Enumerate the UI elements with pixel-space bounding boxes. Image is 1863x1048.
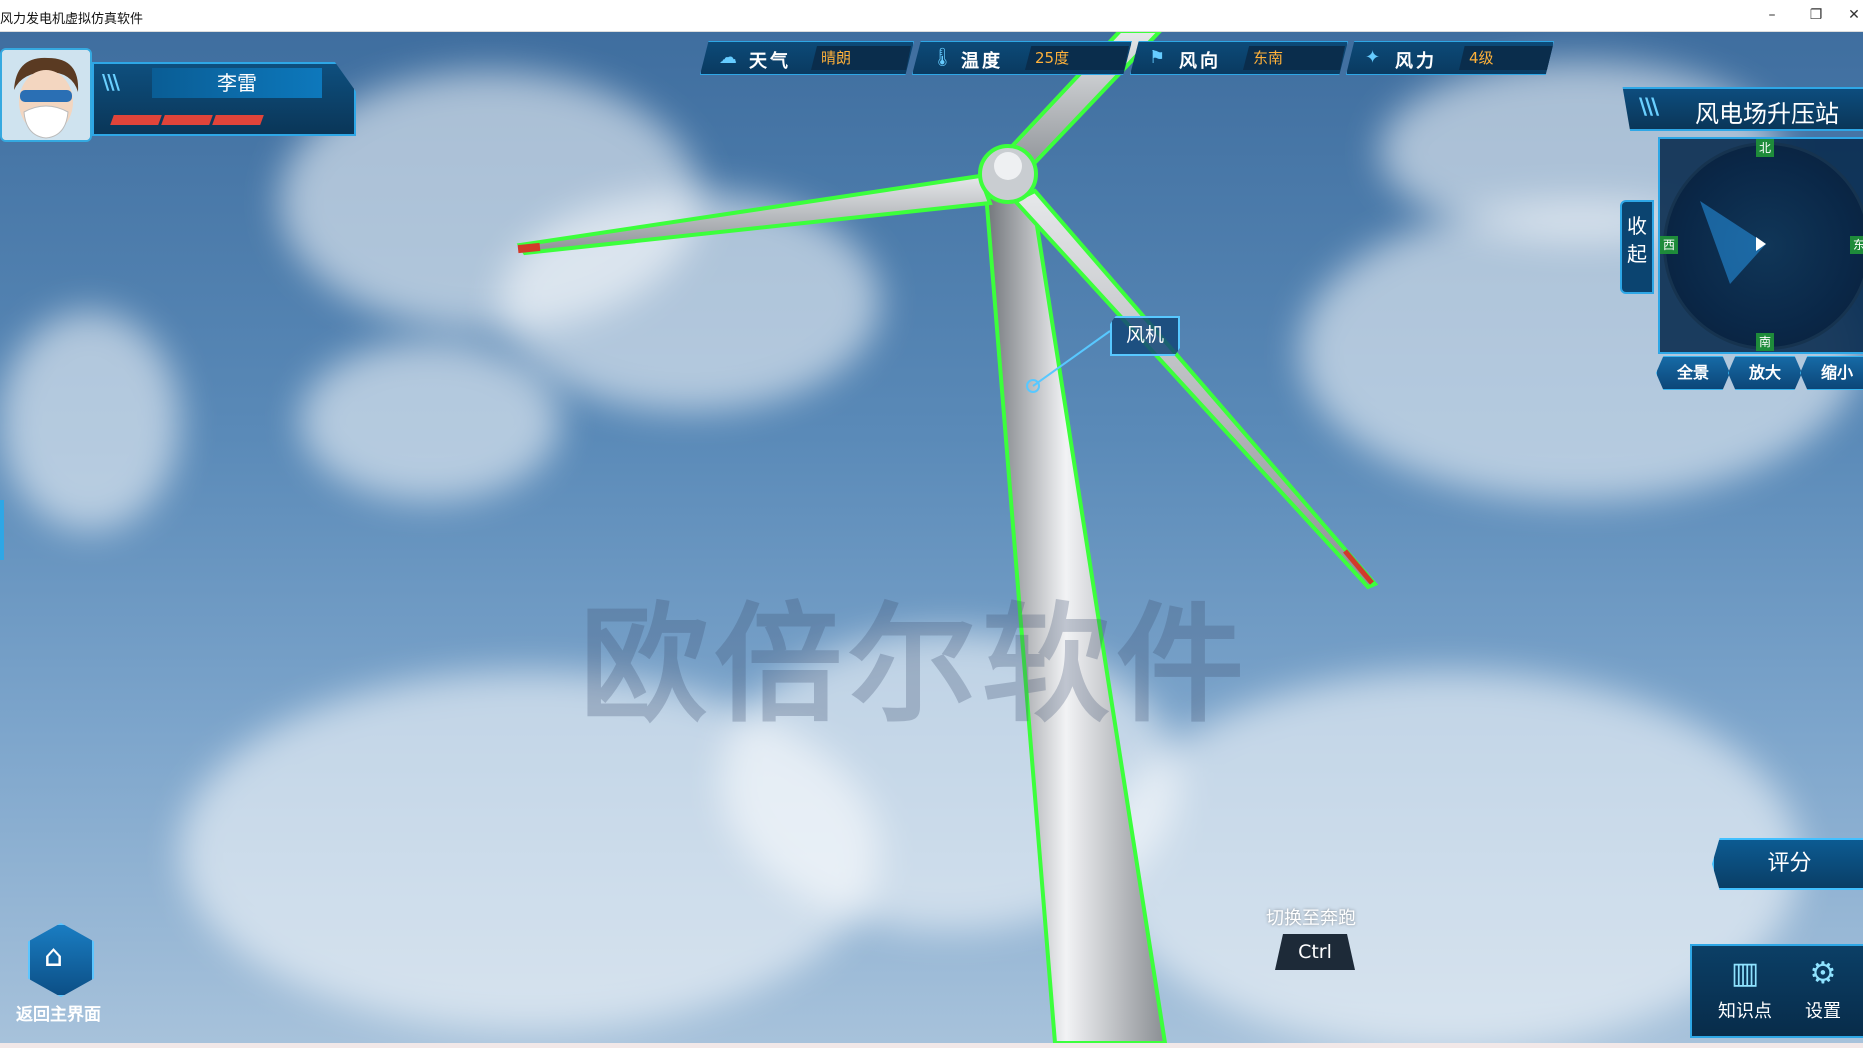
- book-icon: ▥: [1730, 956, 1760, 991]
- weather-cell: ☁ 天气 晴朗: [700, 41, 914, 75]
- avatar-image: [2, 50, 90, 140]
- west-marker: 西: [1660, 236, 1678, 254]
- score-button[interactable]: 评分: [1712, 838, 1863, 890]
- player-panel: \\\ 李雷: [92, 58, 370, 138]
- settings-button[interactable]: ⚙ 设置: [1788, 956, 1858, 1023]
- minimap-compass[interactable]: 北 南 西 东: [1658, 137, 1863, 354]
- left-edge-handle[interactable]: [0, 500, 4, 560]
- temperature-label: 温度: [961, 51, 1003, 72]
- wind-icon: ✦: [1365, 47, 1381, 68]
- tool-panel: ▥ 知识点 ⚙ 设置: [1690, 944, 1863, 1038]
- weather-label: 天气: [749, 51, 791, 72]
- minimap-header: \\\ 风电场升压站: [1622, 87, 1863, 131]
- panorama-button[interactable]: 全景: [1656, 356, 1730, 390]
- wind-force-value: 4级: [1459, 46, 1553, 70]
- health-segment: [212, 115, 264, 125]
- gear-icon: ⚙: [1809, 956, 1837, 991]
- close-button[interactable]: ✕: [1836, 4, 1863, 26]
- 3d-viewport[interactable]: 欧倍尔软件: [0, 31, 1863, 1043]
- turbine-callout-label[interactable]: 风机: [1110, 316, 1180, 356]
- window-title: 风力发电机虚拟仿真软件: [0, 12, 144, 27]
- player-avatar[interactable]: [0, 48, 92, 142]
- wind-direction-value: 东南: [1243, 46, 1345, 70]
- thermometer-icon: 🌡: [931, 47, 954, 68]
- stripes-decoration: \\\: [1639, 95, 1659, 120]
- weather-value: 晴朗: [811, 46, 911, 70]
- zoom-out-button[interactable]: 缩小: [1800, 356, 1863, 390]
- home-label[interactable]: 返回主界面: [16, 1000, 101, 1025]
- wind-force-label: 风力: [1395, 51, 1437, 72]
- collapse-minimap-button[interactable]: 收起: [1620, 200, 1654, 294]
- knowledge-label: 知识点: [1718, 1001, 1772, 1022]
- run-hint-text: 切换至奔跑: [1266, 908, 1356, 929]
- view-cone: [1700, 201, 1766, 284]
- knowledge-button[interactable]: ▥ 知识点: [1710, 956, 1780, 1023]
- health-segment: [110, 115, 162, 125]
- watermark-text: 欧倍尔软件: [580, 591, 1251, 740]
- cloud-sun-icon: ☁: [719, 47, 737, 68]
- minimize-button[interactable]: –: [1754, 4, 1790, 26]
- restore-button[interactable]: ❐: [1798, 4, 1834, 26]
- player-name: 李雷: [152, 68, 322, 98]
- east-marker: 东: [1850, 236, 1863, 254]
- home-icon: ⌂: [44, 939, 64, 974]
- temperature-value: 25度: [1025, 46, 1129, 70]
- south-marker: 南: [1756, 333, 1774, 351]
- north-marker: 北: [1756, 139, 1774, 157]
- wind-direction-cell: ⚑ 风向 东南: [1130, 41, 1348, 75]
- zoom-in-button[interactable]: 放大: [1728, 356, 1802, 390]
- wind-direction-label: 风向: [1179, 51, 1221, 72]
- settings-label: 设置: [1805, 1001, 1841, 1022]
- wind-force-cell: ✦ 风力 4级: [1346, 41, 1554, 75]
- ctrl-key-badge[interactable]: Ctrl: [1275, 934, 1355, 970]
- wind-turbine[interactable]: [0, 31, 1863, 1043]
- blade-left: [516, 173, 993, 256]
- flag-icon: ⚑: [1149, 47, 1166, 68]
- window-titlebar: 风力发电机虚拟仿真软件 – ❐ ✕: [0, 0, 1863, 32]
- health-segment: [161, 115, 213, 125]
- health-bar: [110, 110, 322, 125]
- temperature-cell: 🌡 温度 25度: [912, 41, 1132, 75]
- minimap-title: 风电场升压站: [1695, 100, 1839, 128]
- bottom-strip: [0, 1043, 1863, 1048]
- stripes-decoration: \\\: [102, 70, 120, 94]
